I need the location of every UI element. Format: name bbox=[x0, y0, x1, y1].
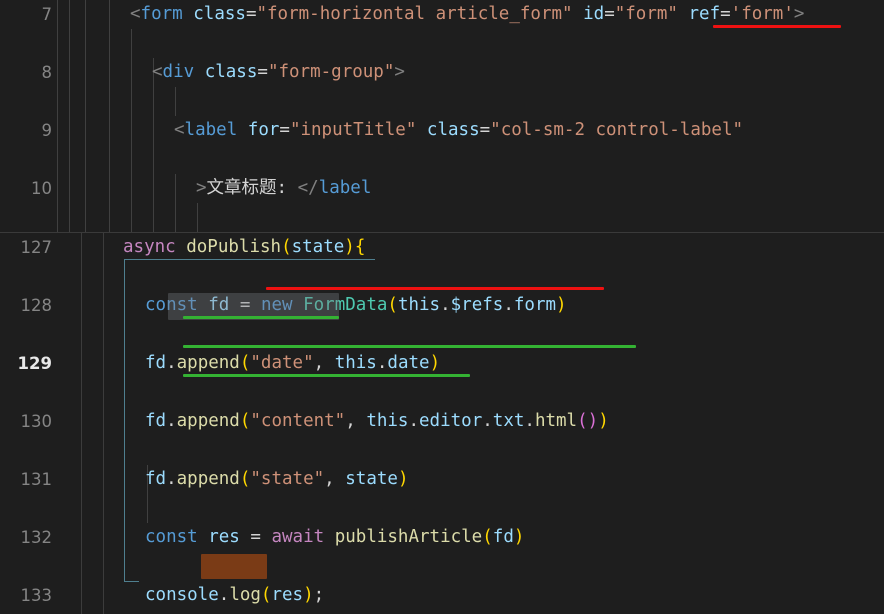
editor-pane-bottom[interactable]: 127 async doPublish(state){ 128 const fd… bbox=[0, 232, 884, 614]
code-area-bottom[interactable]: 127 async doPublish(state){ 128 const fd… bbox=[0, 233, 884, 614]
editor-pane-top[interactable]: 7 <form class="form-horizontal article_f… bbox=[0, 0, 884, 232]
line-number: 7 bbox=[41, 5, 53, 24]
red-underline-ref-form bbox=[713, 25, 841, 28]
red-underline-new-formdata bbox=[266, 287, 604, 290]
green-underline-append-state bbox=[183, 374, 470, 377]
code-editor-window: 7 <form class="form-horizontal article_f… bbox=[0, 0, 884, 614]
line-number: 131 bbox=[20, 470, 53, 489]
line-number: 128 bbox=[20, 296, 53, 315]
line-number: 8 bbox=[41, 63, 53, 82]
line-content: <div class="form-group"> bbox=[152, 62, 405, 82]
green-underline-append-content bbox=[183, 345, 636, 348]
line-content: async doPublish(state){ bbox=[123, 237, 366, 257]
code-line[interactable]: 130 fd.append("content", this.editor.txt… bbox=[0, 407, 884, 436]
code-area-top[interactable]: 7 <form class="form-horizontal article_f… bbox=[0, 0, 884, 232]
indent-guide bbox=[197, 203, 198, 232]
line-content: <label for="inputTitle" class="col-sm-2 … bbox=[174, 120, 744, 140]
line-content: console.log(res); bbox=[145, 585, 325, 605]
code-line[interactable]: 132 const res = await publishArticle(fd) bbox=[0, 523, 884, 552]
word-highlight-router bbox=[201, 554, 267, 579]
line-content: const res = await publishArticle(fd) bbox=[145, 527, 525, 547]
code-line[interactable]: 131 fd.append("state", state) bbox=[0, 465, 884, 494]
code-line[interactable]: 8 <div class="form-group"> bbox=[0, 58, 884, 87]
code-line[interactable]: 133 console.log(res); bbox=[0, 581, 884, 610]
line-content: <form class="form-horizontal article_for… bbox=[130, 4, 805, 24]
code-line[interactable]: 127 async doPublish(state){ bbox=[0, 233, 884, 262]
line-content: fd.append("content", this.editor.txt.htm… bbox=[145, 411, 609, 431]
code-line[interactable]: 9 <label for="inputTitle" class="col-sm-… bbox=[0, 116, 884, 145]
line-content: >文章标题: </label bbox=[196, 178, 372, 198]
line-number: 127 bbox=[20, 238, 53, 257]
line-content: fd.append("state", state) bbox=[145, 469, 409, 489]
line-number: 130 bbox=[20, 412, 53, 431]
indent-guide bbox=[175, 87, 176, 116]
line-number: 132 bbox=[20, 528, 53, 547]
code-line[interactable]: 10 >文章标题: </label bbox=[0, 174, 884, 203]
code-line[interactable]: 128 const fd = new FormData(this.$refs.f… bbox=[0, 291, 884, 320]
line-number: 10 bbox=[31, 179, 52, 198]
green-underline-append-date bbox=[183, 316, 339, 319]
line-number: 133 bbox=[20, 586, 53, 605]
line-number: 129 bbox=[17, 354, 52, 373]
line-number: 9 bbox=[41, 121, 53, 140]
